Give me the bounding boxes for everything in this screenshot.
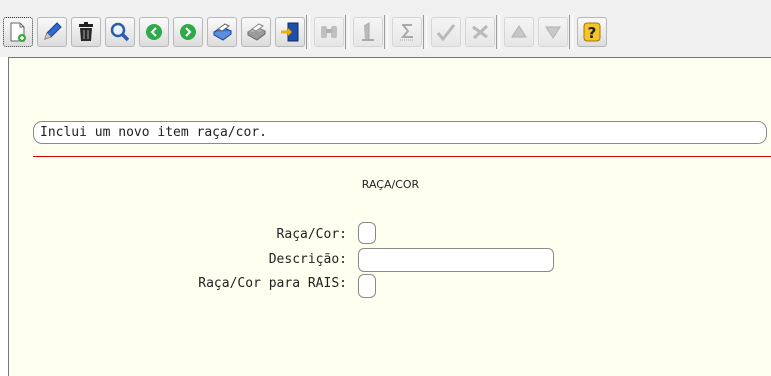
- report-button[interactable]: [241, 17, 271, 47]
- check-icon: [436, 24, 456, 42]
- toolbar-separator: [496, 15, 500, 49]
- previous-button[interactable]: [139, 17, 169, 47]
- exit-button[interactable]: [275, 17, 305, 47]
- toolbar-separator: [569, 15, 573, 49]
- trash-icon: [79, 22, 93, 41]
- form-panel: Inclui um novo item raça/cor. RAÇA/COR R…: [8, 57, 771, 376]
- raca-cor-rais-label: Raça/Cor para RAIS:: [198, 276, 347, 291]
- help-button[interactable]: ?: [577, 17, 607, 47]
- total-button[interactable]: [392, 17, 422, 47]
- magnifier-icon: [110, 22, 130, 42]
- next-button[interactable]: [173, 17, 203, 47]
- find-button[interactable]: [314, 17, 344, 47]
- delete-button[interactable]: [71, 17, 101, 47]
- toolbar-separator: [345, 15, 349, 49]
- next-icon: [180, 24, 196, 40]
- previous-icon: [146, 24, 162, 40]
- new-record-button[interactable]: [3, 17, 33, 47]
- raca-cor-field[interactable]: [358, 222, 376, 244]
- cancel-button[interactable]: [465, 17, 495, 47]
- edit-button[interactable]: [37, 17, 67, 47]
- toolbar-separator: [384, 15, 388, 49]
- number-one-icon: [362, 22, 374, 41]
- descricao-label: Descrição:: [268, 252, 347, 267]
- raca-cor-label: Raça/Cor:: [276, 227, 347, 242]
- cancel-x-icon: [472, 24, 489, 40]
- status-message: Inclui um novo item raça/cor.: [33, 121, 767, 144]
- move-up-button[interactable]: [504, 17, 534, 47]
- binoculars-icon: [321, 26, 337, 38]
- form-title: RAÇA/COR: [361, 178, 420, 191]
- exit-door-icon: [281, 22, 299, 42]
- raca-cor-rais-field[interactable]: [358, 274, 376, 298]
- triangle-down-icon: [545, 26, 561, 39]
- triangle-up-icon: [511, 25, 527, 38]
- new-document-icon: [10, 22, 26, 42]
- move-down-button[interactable]: [538, 17, 568, 47]
- descricao-field[interactable]: [358, 248, 554, 272]
- print-icon: [213, 23, 232, 41]
- toolbar-separator: [423, 15, 427, 49]
- toolbar: ?: [0, 0, 771, 57]
- search-button[interactable]: [105, 17, 135, 47]
- svg-text:?: ?: [588, 24, 597, 42]
- first-button[interactable]: [353, 17, 383, 47]
- sigma-icon: [400, 24, 414, 41]
- toolbar-separator: [306, 15, 310, 49]
- pencil-icon: [44, 22, 62, 40]
- help-icon: ?: [583, 22, 601, 42]
- confirm-button[interactable]: [431, 17, 461, 47]
- print-gray-icon: [247, 23, 266, 41]
- separator-line: [33, 156, 771, 157]
- print-button[interactable]: [207, 17, 237, 47]
